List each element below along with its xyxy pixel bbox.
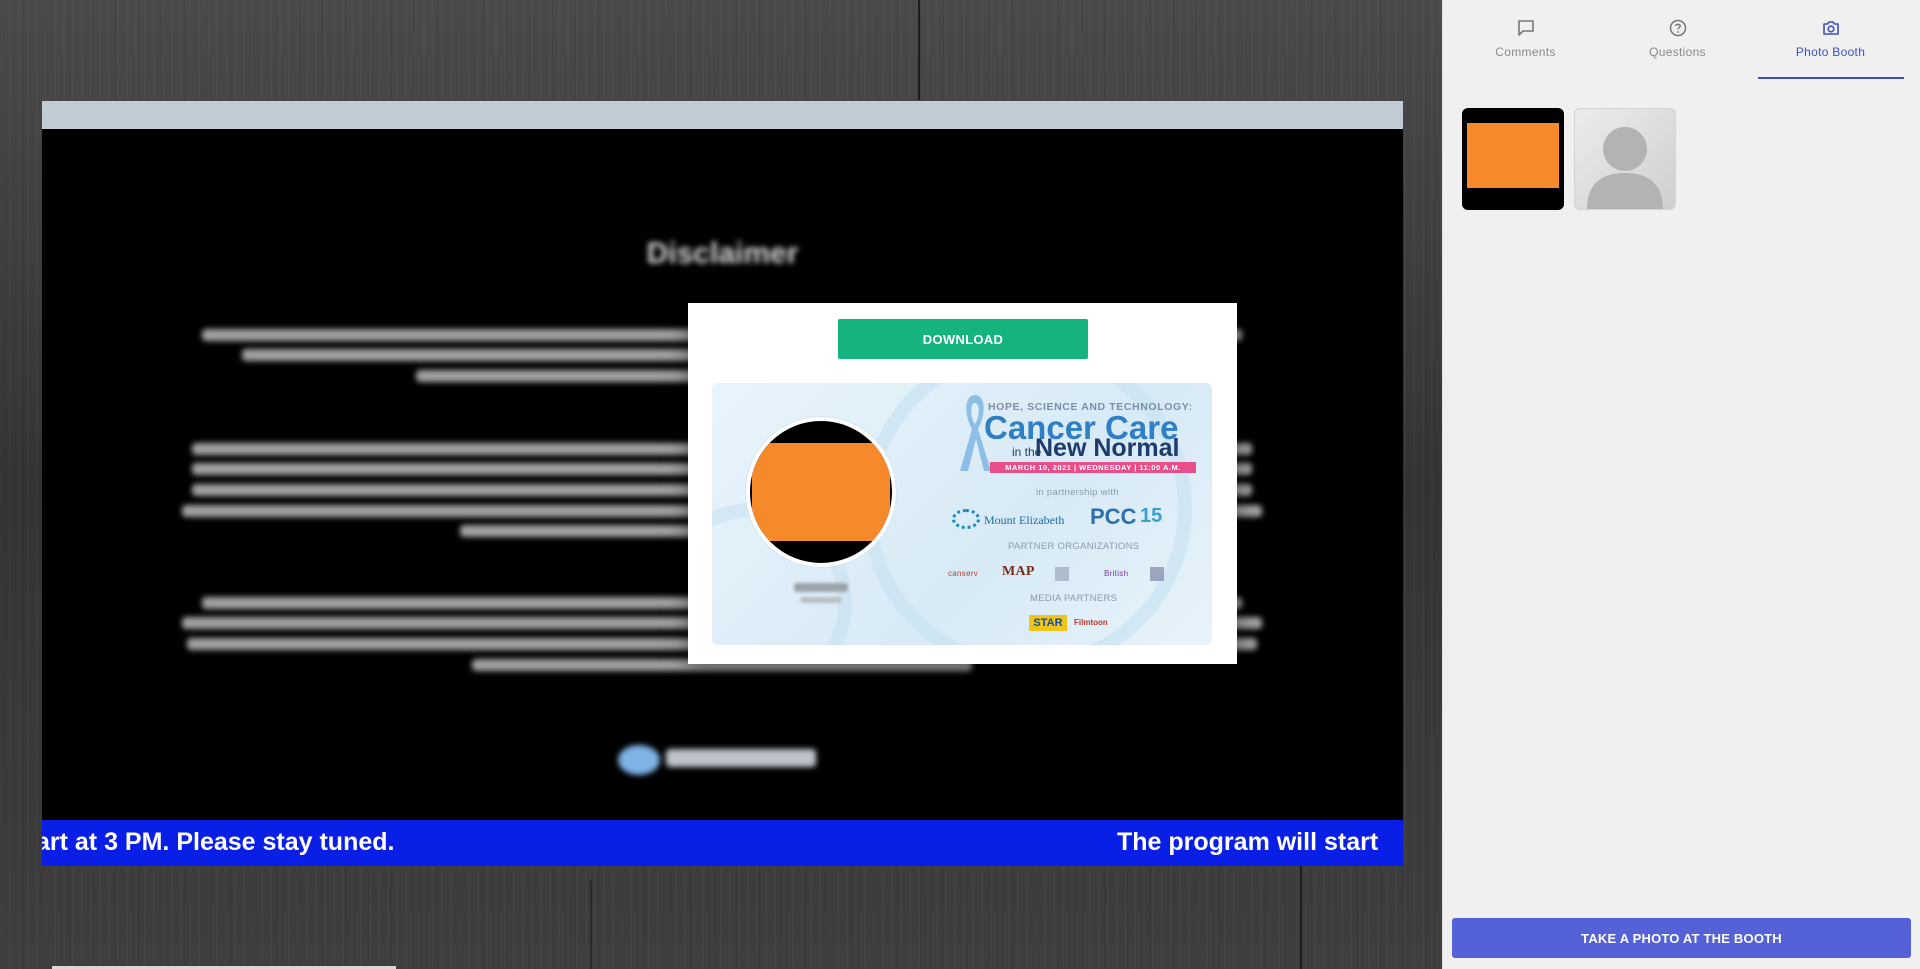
tab-questions[interactable]: Questions	[1605, 0, 1750, 80]
filmtoon-logo: Filmtoon	[1074, 618, 1108, 627]
wood-crack	[918, 0, 920, 100]
map-logo: MAP	[1002, 564, 1035, 579]
stage-background: Disclaimer art at 3 PM. Please stay tune…	[0, 0, 1442, 969]
tab-comments[interactable]: Comments	[1453, 0, 1598, 80]
active-tab-indicator	[1758, 77, 1904, 79]
partnership-label: in partnership with	[1036, 487, 1119, 498]
wood-crack	[590, 880, 592, 969]
media-partners-label: MEDIA PARTNERS	[1030, 593, 1118, 604]
camera-icon	[1822, 21, 1839, 35]
avatar-placeholder-icon	[1587, 127, 1663, 209]
tab-label: Comments	[1495, 45, 1556, 59]
partner-logo	[1150, 567, 1198, 581]
comment-icon	[1517, 20, 1534, 36]
news-ticker: art at 3 PM. Please stay tuned. The prog…	[42, 820, 1403, 866]
tab-label: Photo Booth	[1795, 45, 1866, 59]
download-button[interactable]: DOWNLOAD	[838, 319, 1088, 359]
photo-booth-card: HOPE, SCIENCE AND TECHNOLOGY: Cancer Car…	[712, 383, 1212, 645]
slide-logo	[618, 741, 818, 777]
card-date: MARCH 10, 2021 | WEDNESDAY | 11:00 A.M.	[990, 462, 1196, 473]
take-photo-button[interactable]: TAKE A PHOTO AT THE BOOTH	[1452, 918, 1911, 958]
ticker-text: art at 3 PM. Please stay tuned.	[42, 828, 395, 856]
british-logo: British	[1104, 569, 1129, 578]
ticker-text: The program will start	[1117, 828, 1379, 856]
wood-crack	[1300, 866, 1302, 969]
anniversary-logo: 15	[1140, 505, 1163, 527]
video-top-bar	[42, 101, 1403, 129]
card-subtitle: New Normal	[1035, 434, 1180, 462]
user-name	[794, 583, 848, 592]
pcc-logo: PCC	[1090, 504, 1137, 529]
user-subtitle	[800, 597, 842, 603]
partner-logo	[1055, 567, 1097, 581]
slide-title: Disclaimer	[646, 237, 799, 270]
partner-orgs-label: PARTNER ORGANIZATIONS	[1008, 541, 1140, 552]
user-photo	[746, 417, 896, 567]
star-logo: STAR	[1029, 615, 1067, 631]
tab-photo-booth[interactable]: Photo Booth	[1758, 0, 1903, 80]
question-icon	[1669, 19, 1686, 37]
photo-thumbnail[interactable]	[1462, 108, 1564, 210]
photo-download-modal: DOWNLOAD HOPE, SCIENCE AND TECHNOLOGY: C…	[688, 303, 1237, 664]
photo-thumbnail[interactable]	[1574, 108, 1676, 210]
canserv-logo: canserv	[948, 569, 979, 578]
tab-label: Questions	[1649, 45, 1706, 59]
mount-elizabeth-logo: Mount Elizabeth	[952, 507, 1072, 531]
